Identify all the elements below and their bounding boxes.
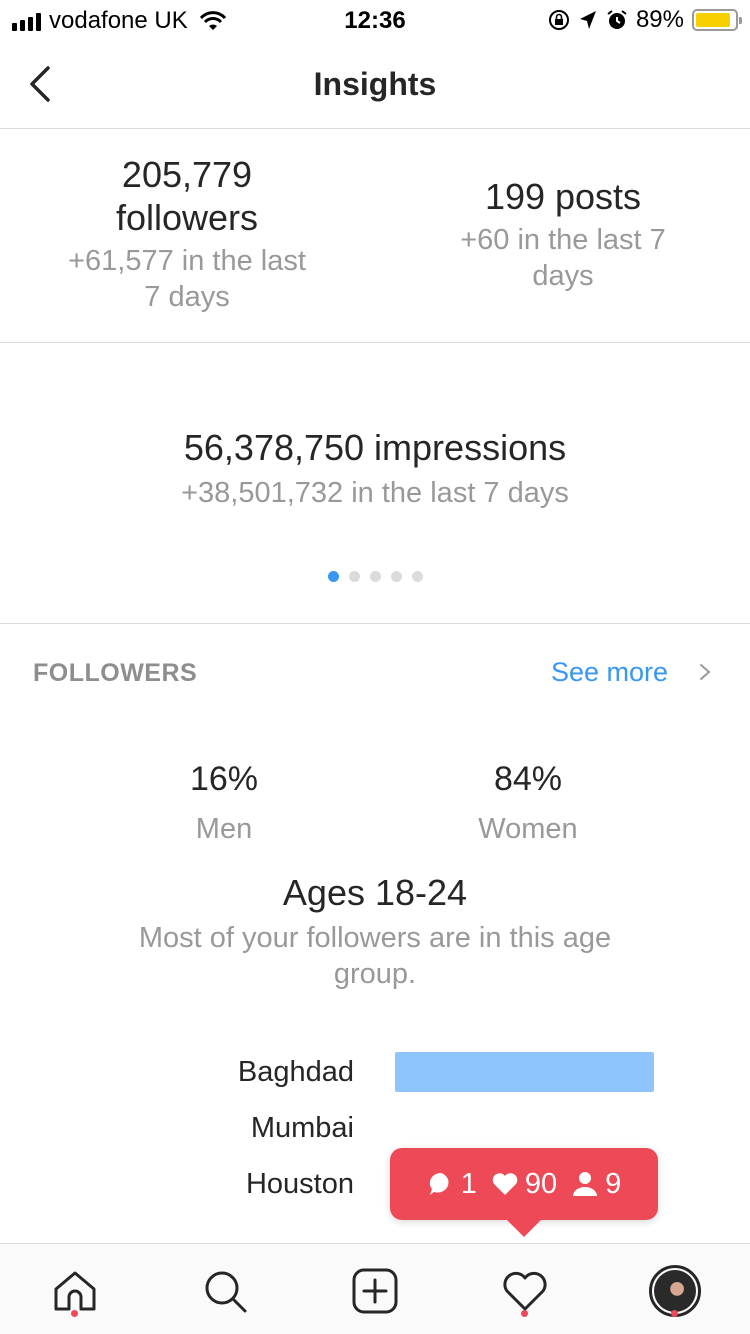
city-row: Baghdad xyxy=(0,1052,750,1096)
heart-icon xyxy=(492,1173,518,1195)
posts-count: 199 posts xyxy=(484,176,642,217)
chevron-right-icon[interactable] xyxy=(698,662,712,682)
battery-icon xyxy=(692,9,742,31)
page-indicator[interactable] xyxy=(0,571,750,582)
page-title: Insights xyxy=(313,66,437,102)
likes-count: 90 xyxy=(524,1167,558,1200)
search-icon xyxy=(205,1271,247,1313)
impressions-count: 56,378,750 impressions xyxy=(183,427,567,468)
activity-heart-icon xyxy=(503,1271,547,1311)
activity-popup[interactable]: 1 90 9 xyxy=(390,1148,658,1220)
page-dot[interactable] xyxy=(390,571,402,582)
gender-women: 84% Women xyxy=(428,760,628,846)
women-label: Women xyxy=(478,813,578,845)
city-name: Mumbai xyxy=(250,1112,354,1144)
section-header: FOLLOWERS xyxy=(33,659,198,687)
orientation-lock-icon xyxy=(548,10,569,30)
city-bar xyxy=(395,1052,654,1092)
alarm-icon xyxy=(607,10,627,29)
ages-subtitle: Most of your followers are in this age g… xyxy=(138,922,612,990)
ages-title: Ages 18-24 xyxy=(282,872,468,913)
followers-change: +61,577 in the last 7 days xyxy=(68,245,306,313)
men-percent: 16% xyxy=(189,760,259,798)
location-icon xyxy=(579,11,596,29)
activity-badge-dot xyxy=(521,1310,528,1317)
home-icon xyxy=(54,1271,96,1311)
tab-add[interactable] xyxy=(350,1266,400,1316)
nav-bar: Insights xyxy=(0,40,750,129)
status-bar: vodafone UK 12:36 89% xyxy=(0,0,750,40)
city-name: Baghdad xyxy=(237,1056,354,1088)
tab-home[interactable] xyxy=(50,1266,100,1316)
comment-icon xyxy=(429,1172,449,1195)
person-icon xyxy=(573,1172,598,1196)
tab-bar xyxy=(0,1243,750,1334)
home-badge-dot xyxy=(71,1310,78,1317)
posts-stat[interactable]: 199 posts +60 in the last 7 days xyxy=(438,175,688,294)
status-right: 89% xyxy=(548,6,742,34)
avatar-image xyxy=(654,1270,696,1312)
summary-stats: 205,779 followers +61,577 in the last 7 … xyxy=(0,129,750,343)
battery-percent: 89% xyxy=(635,6,684,33)
popup-likes: 90 xyxy=(491,1168,557,1201)
profile-badge-dot xyxy=(671,1310,678,1317)
page-dot[interactable] xyxy=(327,571,339,582)
followers-label: followers xyxy=(115,197,259,238)
tab-activity[interactable] xyxy=(500,1266,550,1316)
page-dot[interactable] xyxy=(411,571,423,582)
follows-count: 9 xyxy=(605,1167,622,1200)
followers-count: 205,779 xyxy=(121,154,253,195)
popup-comments: 1 xyxy=(427,1168,477,1201)
popup-follows: 9 xyxy=(571,1168,621,1201)
tab-search[interactable] xyxy=(200,1266,250,1316)
battery-fill xyxy=(696,13,730,27)
impressions-card[interactable]: 56,378,750 impressions +38,501,732 in th… xyxy=(0,343,750,624)
comments-count: 1 xyxy=(460,1167,477,1200)
women-percent: 84% xyxy=(493,760,563,798)
men-label: Men xyxy=(195,813,253,845)
page-dot[interactable] xyxy=(369,571,381,582)
see-more-link[interactable]: See more xyxy=(551,657,668,688)
impressions-change: +38,501,732 in the last 7 days xyxy=(181,477,569,509)
posts-change: +60 in the last 7 days xyxy=(460,224,666,292)
city-row: Mumbai xyxy=(0,1108,750,1152)
city-name: Houston xyxy=(245,1168,354,1200)
followers-stat[interactable]: 205,779 followers +61,577 in the last 7 … xyxy=(62,153,312,315)
add-post-icon xyxy=(352,1268,398,1314)
gender-men: 16% Men xyxy=(124,760,324,846)
page-dot[interactable] xyxy=(348,571,360,582)
